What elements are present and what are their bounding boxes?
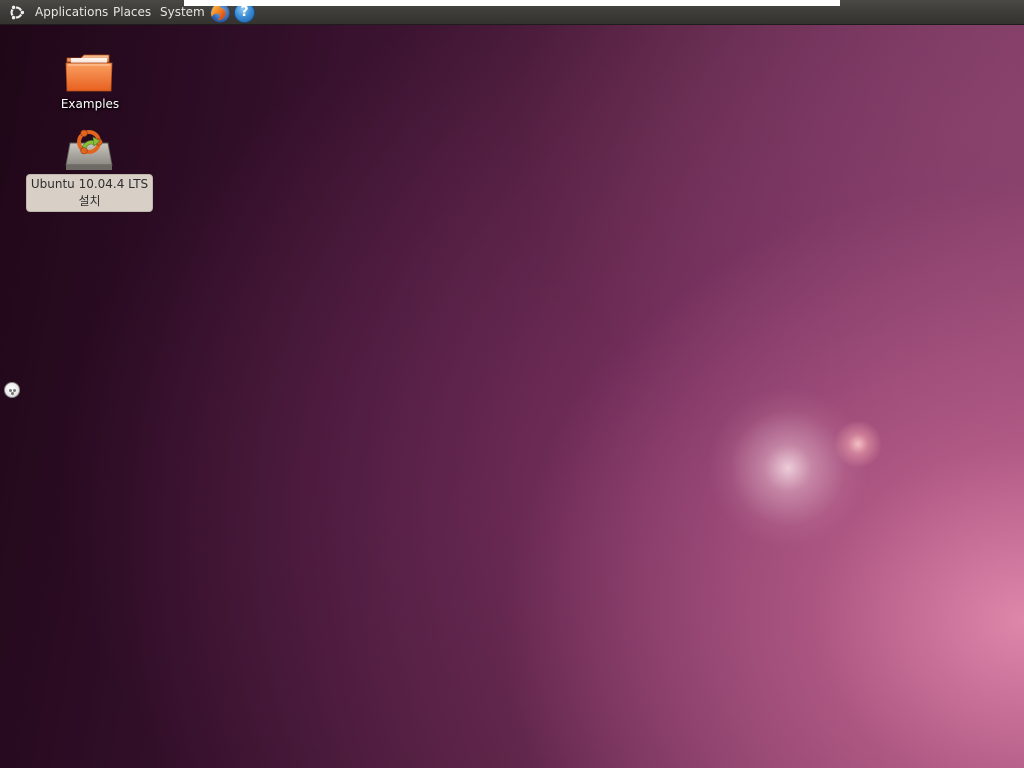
menu-applications[interactable]: Applications — [35, 5, 108, 20]
edge-handle-icon[interactable] — [4, 382, 20, 398]
installer-drive-icon — [65, 129, 113, 170]
desktop-icon-label: Examples — [60, 97, 120, 111]
ubuntu-logo-icon[interactable] — [7, 3, 26, 22]
desktop-icon-label: Ubuntu 10.04.4 LTS — [30, 177, 149, 191]
white-bar — [184, 0, 840, 6]
menu-places[interactable]: Places — [113, 5, 151, 20]
folder-icon — [65, 54, 113, 92]
desktop-icon-installer[interactable]: Ubuntu 10.04.4 LTS 설치 — [26, 123, 153, 212]
desktop-icon-examples[interactable]: Examples — [50, 48, 130, 114]
desktop-icon-label-box: Ubuntu 10.04.4 LTS 설치 — [26, 174, 153, 212]
menu-system[interactable]: System — [160, 5, 205, 20]
desktop: Applications Places System ? Examples Ub… — [0, 0, 1024, 768]
edge-handle-dot — [11, 392, 14, 395]
desktop-icon-label: 설치 — [78, 194, 101, 208]
